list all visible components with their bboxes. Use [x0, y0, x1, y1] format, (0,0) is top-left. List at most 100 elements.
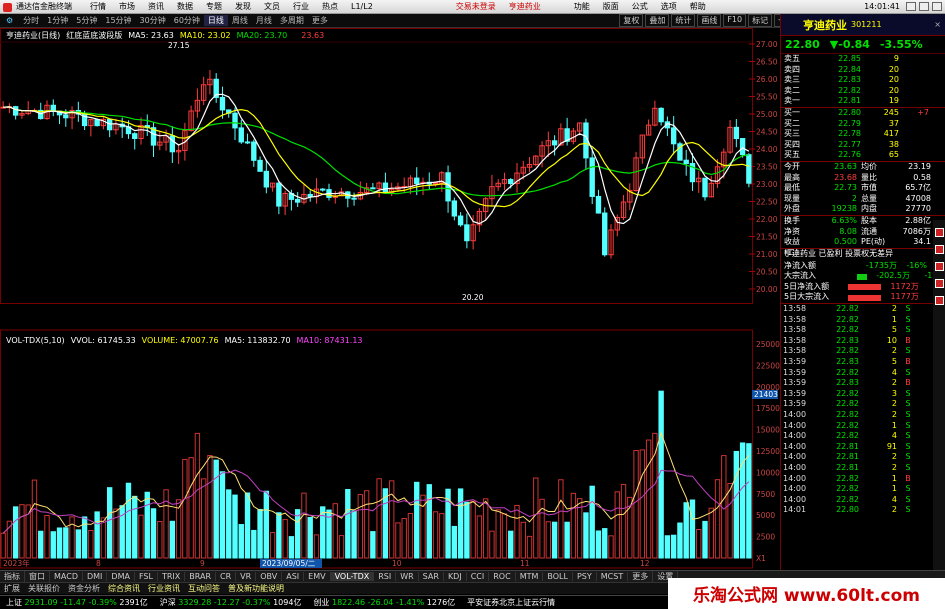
menu-layout[interactable]: 版面	[603, 1, 619, 12]
extension-tab[interactable]: 资金分析	[64, 583, 104, 594]
chart-area[interactable]: 27.00 26.50 26.00 25.50 25.00 24.50 24.00 23.50…	[0, 28, 780, 570]
index-quote[interactable]: 沪深 3329.28 -12.27 -0.37% 1094亿	[154, 597, 308, 608]
tool-stats[interactable]: 统计	[671, 14, 696, 27]
indicator-tab[interactable]: OBV	[256, 572, 283, 581]
menu-function[interactable]: 功能	[574, 1, 590, 12]
minimize-button[interactable]	[906, 2, 916, 11]
menu-level[interactable]: L1/L2	[351, 2, 373, 11]
extension-tab[interactable]: 行业资讯	[144, 583, 184, 594]
menu-help[interactable]: 帮助	[690, 1, 706, 12]
indicator-tab[interactable]: EMV	[304, 572, 331, 581]
period-5min[interactable]: 5分钟	[72, 15, 101, 26]
bid-row[interactable]: 买四 22.77 38	[781, 140, 945, 151]
menu-discover[interactable]: 发现	[235, 1, 251, 12]
bid-row[interactable]: 买三 22.78 417	[781, 129, 945, 140]
indicator-tab[interactable]: BRAR	[185, 572, 217, 581]
period-monthly[interactable]: 月线	[252, 15, 276, 26]
indicator-tab[interactable]: 更多	[628, 571, 654, 582]
indicator-tab[interactable]: KDJ	[444, 572, 467, 581]
extension-tab[interactable]: 普及新功能说明	[224, 583, 288, 594]
extension-tab[interactable]: 扩展	[0, 583, 24, 594]
trade-login-link[interactable]: 交易未登录	[456, 1, 496, 12]
menu-quotes[interactable]: 行情	[90, 1, 106, 12]
indicator-tab[interactable]: ASI	[282, 572, 305, 581]
indicator-tab[interactable]: PSY	[573, 572, 597, 581]
ask-row[interactable]: 卖四 22.84 20	[781, 65, 945, 76]
bid-row[interactable]: 买二 22.79 37	[781, 119, 945, 130]
menu-market[interactable]: 市场	[119, 1, 135, 12]
menu-data[interactable]: 数据	[177, 1, 193, 12]
indicator-tab[interactable]: TRIX	[158, 572, 186, 581]
menu-industry[interactable]: 行业	[293, 1, 309, 12]
ask-row[interactable]: 卖五 22.85 9	[781, 54, 945, 65]
volume-bar	[501, 513, 508, 559]
tick-list[interactable]: 13:58 22.82 2 S 13:58 22.82 1 S 13:58 22.82 5 S 13:5…	[781, 304, 945, 516]
period-multi[interactable]: 多周期	[276, 15, 308, 26]
tool-restore[interactable]: 复权	[619, 14, 644, 27]
ask-row[interactable]: 卖三 22.83 20	[781, 75, 945, 86]
indicator-tab[interactable]: BOLL	[543, 572, 573, 581]
period-60min[interactable]: 60分钟	[170, 15, 204, 26]
menu-formula[interactable]: 公式	[632, 1, 648, 12]
bid-row[interactable]: 买五 22.76 65	[781, 150, 945, 161]
period-30min[interactable]: 30分钟	[136, 15, 170, 26]
indicator-tab[interactable]: ROC	[489, 572, 516, 581]
tool-draw[interactable]: 画线	[697, 14, 722, 27]
indicator-tab[interactable]: WR	[396, 572, 419, 581]
tool-f10[interactable]: F10	[723, 14, 747, 27]
indicator-tab[interactable]: DMI	[83, 572, 108, 581]
side-button-3[interactable]	[934, 262, 944, 271]
ticker-line[interactable]: 亨迪药业 已盈利 投票权无差异	[781, 249, 945, 261]
menu-news[interactable]: 资讯	[148, 1, 164, 12]
period-intraday[interactable]: 分时	[19, 15, 43, 26]
menu-topic[interactable]: 专题	[206, 1, 222, 12]
indicator-tab[interactable]: CCI	[467, 572, 490, 581]
close-icon[interactable]: ×	[934, 20, 941, 29]
close-button[interactable]	[932, 2, 942, 11]
menu-wen[interactable]: 文员	[264, 1, 280, 12]
indicator-tab[interactable]: 窗口	[25, 571, 50, 582]
vol-indicator-name[interactable]: VOL-TDX(5,10)	[6, 336, 65, 345]
ask-row[interactable]: 卖二 22.82 20	[781, 86, 945, 97]
indicator-tab[interactable]: VR	[236, 572, 257, 581]
ma5-label: MA5: 23.63	[128, 30, 174, 40]
indicator-tab[interactable]: SAR	[419, 572, 444, 581]
period-15min[interactable]: 15分钟	[101, 15, 135, 26]
indicator-tab[interactable]: 指标	[0, 571, 25, 582]
bid-row[interactable]: 买一 22.80 245 +7	[781, 108, 945, 119]
extension-tab[interactable]: 互动问答	[184, 583, 224, 594]
indicator-tab[interactable]: CR	[216, 572, 237, 581]
indicator-tab[interactable]: VOL-TDX	[330, 572, 375, 581]
side-button-1[interactable]	[934, 228, 944, 237]
index-quote[interactable]: 上证 2931.09 -11.47 -0.39% 2391亿	[0, 597, 154, 608]
kline-chart[interactable]: 27.00 26.50 26.00 25.50 25.00 24.50 24.00 23.50…	[0, 28, 780, 570]
period-more[interactable]: 更多	[308, 15, 332, 26]
extension-tab[interactable]: 关联报价	[24, 583, 64, 594]
tick-side: S	[905, 462, 911, 472]
side-button-5[interactable]	[934, 296, 944, 305]
indicator-tab[interactable]: RSI	[374, 572, 397, 581]
period-weekly[interactable]: 周线	[228, 15, 252, 26]
side-button-2[interactable]	[934, 245, 944, 254]
tool-mark[interactable]: 标记	[748, 14, 773, 27]
indicator-tab[interactable]: MCST	[597, 572, 629, 581]
extension-tab[interactable]: 综合资讯	[104, 583, 144, 594]
gear-icon[interactable]: ⚙	[0, 16, 19, 25]
menu-options[interactable]: 选项	[661, 1, 677, 12]
menu-hot[interactable]: 热点	[322, 1, 338, 12]
volume-bar	[263, 490, 270, 559]
period-daily[interactable]: 日线	[203, 15, 228, 26]
current-stock-link[interactable]: 亨迪药业	[509, 1, 541, 12]
index-quote[interactable]: 创业 1822.46 -26.04 -1.41% 1276亿	[307, 597, 461, 608]
tool-overlay[interactable]: 叠加	[645, 14, 670, 27]
indicator-tab[interactable]: DMA	[107, 572, 135, 581]
indicator-tab[interactable]: FSL	[135, 572, 158, 581]
period-1min[interactable]: 1分钟	[43, 15, 72, 26]
indicator-tab[interactable]: MACD	[50, 572, 83, 581]
indicator-tab[interactable]: MTM	[516, 572, 544, 581]
kline-indicator[interactable]: 红底蓝底波段版	[66, 30, 122, 41]
side-button-4[interactable]	[934, 279, 944, 288]
volume-bar	[94, 511, 100, 559]
maximize-button[interactable]	[919, 2, 929, 11]
ask-row[interactable]: 卖一 22.81 19	[781, 96, 945, 107]
